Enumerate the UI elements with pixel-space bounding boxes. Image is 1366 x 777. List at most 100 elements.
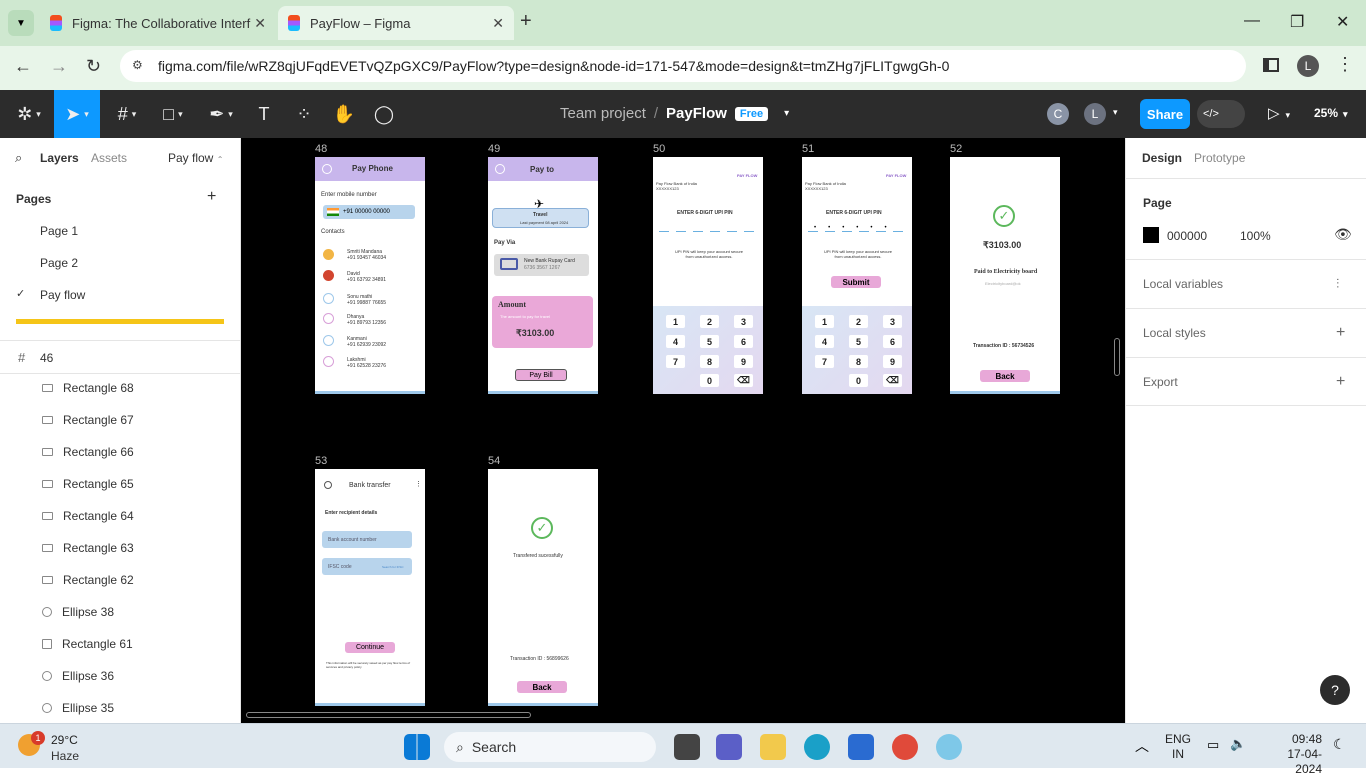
frame-label[interactable]: 53 — [315, 455, 327, 467]
avatar[interactable]: C — [1047, 103, 1069, 125]
page-item-2[interactable]: Page 2 — [40, 256, 78, 270]
page-item-1[interactable]: Page 1 — [40, 224, 78, 238]
network-icon[interactable]: ▭ — [1207, 737, 1219, 753]
language-indicator[interactable]: ENG IN — [1165, 732, 1191, 762]
help-button[interactable]: ? — [1320, 675, 1350, 705]
volume-icon[interactable]: 🔈 — [1230, 736, 1246, 752]
layer-row[interactable]: Ellipse 36 — [0, 660, 240, 692]
restore-icon[interactable]: ❐ — [1290, 12, 1304, 32]
variables-icon[interactable]: ⫶ — [1336, 276, 1339, 292]
frame-50[interactable]: PAY FLOW Pay Flow Bank of India XXXXXX12… — [653, 157, 763, 394]
new-tab-button[interactable]: + — [520, 10, 532, 33]
weather-text[interactable]: Haze — [51, 749, 79, 763]
avatar[interactable]: L — [1084, 103, 1106, 125]
hand-tool-icon[interactable]: ✋ — [328, 90, 360, 138]
site-info-icon[interactable]: ⚙ — [132, 58, 143, 72]
meet-icon[interactable] — [716, 734, 742, 760]
page-select[interactable]: Pay flow ⌃ — [168, 151, 223, 165]
tab-assets[interactable]: Assets — [91, 151, 127, 165]
chevron-down-icon[interactable]: ▾ — [1113, 107, 1118, 118]
tab-payflow[interactable]: PayFlow – Figma ✕ — [278, 6, 514, 40]
layer-row[interactable]: Rectangle 68 — [0, 372, 240, 404]
back-icon[interactable]: ← — [14, 56, 32, 77]
taskbar-search[interactable]: ⌕ Search — [444, 732, 656, 762]
tab-layers[interactable]: Layers — [40, 151, 79, 165]
frame-label[interactable]: 52 — [950, 143, 962, 155]
layer-row[interactable]: Rectangle 66 — [0, 436, 240, 468]
comment-tool-icon[interactable]: ◯ — [368, 90, 400, 138]
horizontal-scrollbar[interactable] — [246, 712, 531, 718]
menu-kebab-icon[interactable]: ⋮ — [1336, 54, 1354, 75]
page-item-payflow[interactable]: Pay flow — [40, 288, 85, 302]
forward-icon[interactable]: → — [50, 56, 68, 77]
tab-prototype[interactable]: Prototype — [1194, 151, 1245, 165]
chevron-down-icon[interactable]: ▾ — [784, 108, 789, 119]
opacity-input[interactable]: 100% — [1240, 229, 1271, 243]
clock[interactable]: 09:48 17-04-2024 — [1262, 732, 1322, 777]
layer-row[interactable]: Rectangle 63 — [0, 532, 240, 564]
color-swatch[interactable] — [1143, 227, 1159, 243]
reload-icon[interactable]: ↻ — [86, 56, 101, 77]
frame-layer-name[interactable]: 46 — [40, 351, 53, 365]
project-name[interactable]: Team project — [560, 105, 646, 122]
frame-label[interactable]: 48 — [315, 143, 327, 155]
sidebar-icon[interactable] — [1263, 58, 1279, 72]
add-page-icon[interactable]: + — [207, 188, 216, 206]
address-bar[interactable]: ⚙ figma.com/file/wRZ8qjUFqdEVETvQZpGXC9/… — [120, 50, 1246, 82]
move-tool-icon[interactable]: ➤ ▾ — [54, 90, 100, 138]
search-icon[interactable]: ⌕ — [15, 150, 22, 166]
temperature[interactable]: 29°C — [51, 733, 78, 747]
frame-52[interactable]: ✓ ₹3103.00 Paid to Electricity board Ele… — [950, 157, 1060, 394]
app-icon[interactable] — [936, 734, 962, 760]
share-button[interactable]: Share — [1140, 99, 1190, 129]
layer-row[interactable]: Rectangle 67 — [0, 404, 240, 436]
file-explorer-icon[interactable] — [674, 734, 700, 760]
add-icon[interactable]: + — [1336, 324, 1345, 342]
close-icon[interactable]: ✕ — [254, 15, 266, 32]
layer-row[interactable]: Rectangle 61 — [0, 628, 240, 660]
eye-icon[interactable]: 👁 — [1334, 226, 1352, 243]
figma-menu-icon[interactable]: ✲ ▾ — [8, 90, 50, 138]
layer-row[interactable]: Ellipse 38 — [0, 596, 240, 628]
tab-list-button[interactable]: ▼ — [8, 10, 34, 36]
tab-design[interactable]: Design — [1142, 151, 1182, 165]
design-canvas[interactable]: 48 49 50 51 52 53 54 Pay Phone Enter mob… — [241, 138, 1125, 723]
folder-icon[interactable] — [760, 734, 786, 760]
store-icon[interactable] — [848, 734, 874, 760]
frame-49[interactable]: Pay to ✈ Travel Last payment 08 april 20… — [488, 157, 598, 394]
moon-icon[interactable]: ☾ — [1333, 736, 1346, 753]
frame-53[interactable]: Bank transfer ⋮ Enter recipient details … — [315, 469, 425, 706]
layer-row[interactable]: Rectangle 62 — [0, 564, 240, 596]
frame-label[interactable]: 54 — [488, 455, 500, 467]
local-variables-row[interactable]: Local variables ⫶ — [1126, 259, 1366, 308]
export-row[interactable]: Export + — [1126, 357, 1366, 406]
window-close-icon[interactable]: ✕ — [1336, 12, 1349, 32]
zoom-level[interactable]: 25% ▾ — [1314, 106, 1348, 120]
shape-tool-icon[interactable]: □ ▾ — [152, 90, 194, 138]
present-play-icon[interactable]: ▷ ▾ — [1268, 104, 1290, 122]
frame-tool-icon[interactable]: # ▾ — [106, 90, 148, 138]
add-icon[interactable]: + — [1336, 373, 1345, 391]
minimize-icon[interactable]: — — [1244, 12, 1260, 30]
profile-avatar[interactable]: L — [1297, 55, 1319, 77]
pen-tool-icon[interactable]: ✒ ▾ — [200, 90, 242, 138]
layer-row[interactable]: Rectangle 65 — [0, 468, 240, 500]
frame-label[interactable]: 50 — [653, 143, 665, 155]
bg-hex-input[interactable]: 000000 — [1167, 229, 1207, 243]
dev-mode-toggle[interactable]: </> — [1197, 100, 1245, 128]
tray-chevron-icon[interactable]: ︿ — [1135, 736, 1149, 756]
frame-48[interactable]: Pay Phone Enter mobile number +91 00000 … — [315, 157, 425, 394]
windows-start-icon[interactable] — [404, 734, 430, 760]
local-styles-row[interactable]: Local styles + — [1126, 308, 1366, 357]
text-tool-icon[interactable]: T — [248, 90, 280, 138]
chrome-icon[interactable] — [892, 734, 918, 760]
frame-51[interactable]: PAY FLOW Pay Flow Bank of India XXXXXX12… — [802, 157, 912, 394]
tab-figma-home[interactable]: Figma: The Collaborative Interf ✕ — [40, 6, 276, 40]
frame-label[interactable]: 49 — [488, 143, 500, 155]
edge-icon[interactable] — [804, 734, 830, 760]
resize-divider[interactable] — [16, 319, 224, 324]
close-icon[interactable]: ✕ — [492, 15, 504, 32]
layer-row[interactable]: Rectangle 64 — [0, 500, 240, 532]
resources-icon[interactable]: ⁘ — [288, 90, 320, 138]
vertical-scrollbar[interactable] — [1114, 338, 1120, 376]
